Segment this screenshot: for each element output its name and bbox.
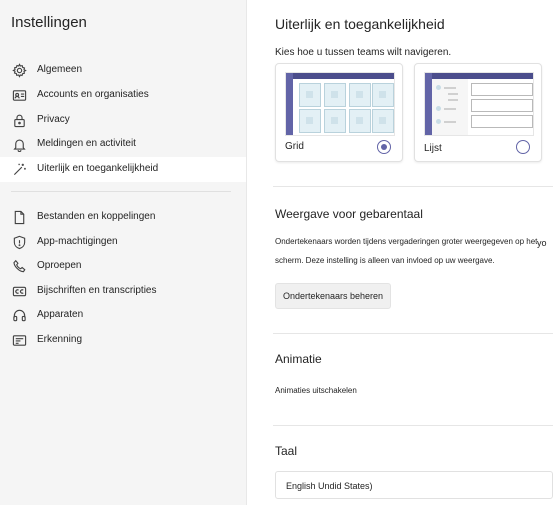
sign-language-heading: Weergave voor gebarentaal — [275, 207, 423, 221]
layout-option-list[interactable]: Lijst — [414, 63, 542, 162]
sidebar-item-bestanden[interactable]: Bestanden en koppelingen — [0, 205, 246, 230]
sidebar-item-label: App-machtigingen — [37, 236, 118, 247]
language-select[interactable]: English Undid States) — [275, 471, 553, 499]
section-divider — [273, 333, 553, 334]
sidebar-item-label: Meldingen en activiteit — [37, 138, 136, 149]
shield-icon — [11, 234, 27, 250]
gear-icon — [11, 62, 27, 78]
section-divider — [273, 425, 553, 426]
id-card-icon — [11, 87, 27, 103]
preview-list-row — [471, 99, 533, 112]
preview-team-tile — [324, 83, 346, 107]
closed-captions-icon — [11, 283, 27, 299]
settings-content: Uiterlijk en toegankelijkheid Kies hoe u… — [247, 0, 553, 505]
language-heading: Taal — [275, 444, 298, 458]
language-select-value: English Undid States) — [286, 481, 373, 491]
preview-app-rail — [425, 73, 432, 135]
sidebar-item-app-machtigingen[interactable]: App-machtigingen — [0, 230, 246, 255]
sidebar-item-erkenning[interactable]: Erkenning — [0, 328, 246, 353]
certificate-icon — [11, 332, 27, 348]
list-radio-button[interactable] — [516, 140, 530, 154]
document-icon — [11, 209, 27, 225]
sign-language-description-line2: scherm. Deze instelling is alleen van in… — [275, 256, 495, 265]
grid-radio-button[interactable] — [377, 140, 391, 154]
sidebar-item-algemeen[interactable]: Algemeen — [0, 58, 246, 83]
preview-list-line — [448, 99, 458, 101]
preview-team-tile — [349, 109, 371, 133]
phone-icon — [11, 258, 27, 274]
layout-option-label: Grid — [285, 141, 304, 152]
disable-animations-toggle-label[interactable]: Animaties uitschakelen — [275, 386, 357, 395]
sidebar-item-label: Erkenning — [37, 334, 83, 345]
preview-list-line — [444, 121, 456, 123]
sidebar-item-meldingen[interactable]: Meldingen en activiteit — [0, 132, 246, 157]
section-divider — [273, 186, 553, 187]
sidebar-item-bijschriften[interactable]: Bijschriften en transcripties — [0, 279, 246, 304]
sidebar-item-oproepen[interactable]: Oproepen — [0, 254, 246, 279]
preview-list-line — [448, 93, 458, 95]
preview-list-row — [471, 83, 533, 96]
lock-icon — [11, 112, 27, 128]
sidebar-item-label: Bestanden en koppelingen — [37, 211, 156, 222]
sidebar-title: Instellingen — [11, 14, 87, 31]
sidebar-item-apparaten[interactable]: Apparaten — [0, 303, 246, 328]
sidebar-item-label: Privacy — [37, 114, 70, 125]
manage-signers-button[interactable]: Ondertekenaars beheren — [275, 283, 391, 309]
sidebar-item-label: Oproepen — [37, 260, 82, 271]
sign-language-description: Ondertekenaars worden tijdens vergaderin… — [275, 237, 538, 246]
layout-intro-text: Kies hoe u tussen teams wilt navigeren. — [275, 47, 452, 58]
sidebar-divider — [11, 191, 231, 192]
preview-team-tile — [299, 109, 321, 133]
preview-title-bar — [293, 73, 394, 79]
sidebar-item-uiterlijk[interactable]: Uiterlijk en toegankelijkheid — [0, 157, 246, 182]
preview-team-tile — [299, 83, 321, 107]
preview-list-line — [444, 87, 456, 89]
preview-list-dot — [436, 119, 441, 124]
magic-wand-icon — [11, 161, 27, 177]
preview-team-list — [432, 79, 468, 135]
clipped-text: yo — [537, 238, 547, 248]
settings-sidebar: Instellingen Algemeen Accounts en organi… — [0, 0, 247, 505]
animation-heading: Animatie — [275, 352, 322, 366]
preview-list-row — [471, 115, 533, 128]
headset-icon — [11, 307, 27, 323]
sidebar-item-label: Uiterlijk en toegankelijkheid — [37, 163, 159, 174]
page-title: Uiterlijk en toegankelijkheid — [275, 16, 445, 32]
sidebar-item-label: Accounts en organisaties — [37, 89, 149, 100]
sidebar-item-accounts[interactable]: Accounts en organisaties — [0, 83, 246, 108]
sidebar-item-label: Apparaten — [37, 309, 84, 320]
bell-icon — [11, 136, 27, 152]
sidebar-item-privacy[interactable]: Privacy — [0, 108, 246, 133]
preview-team-tile — [349, 83, 371, 107]
preview-team-tile — [372, 109, 394, 133]
sidebar-item-label: Bijschriften en transcripties — [37, 285, 157, 296]
grid-preview-illustration — [285, 72, 395, 136]
preview-app-rail — [286, 73, 293, 135]
preview-team-tile — [372, 83, 394, 107]
layout-option-label: Lijst — [424, 143, 442, 154]
preview-list-dot — [436, 85, 441, 90]
sidebar-item-label: Algemeen — [37, 64, 83, 75]
list-preview-illustration — [424, 72, 534, 136]
preview-list-line — [444, 108, 456, 110]
preview-list-dot — [436, 106, 441, 111]
layout-option-grid[interactable]: Grid — [275, 63, 403, 162]
preview-team-tile — [324, 109, 346, 133]
